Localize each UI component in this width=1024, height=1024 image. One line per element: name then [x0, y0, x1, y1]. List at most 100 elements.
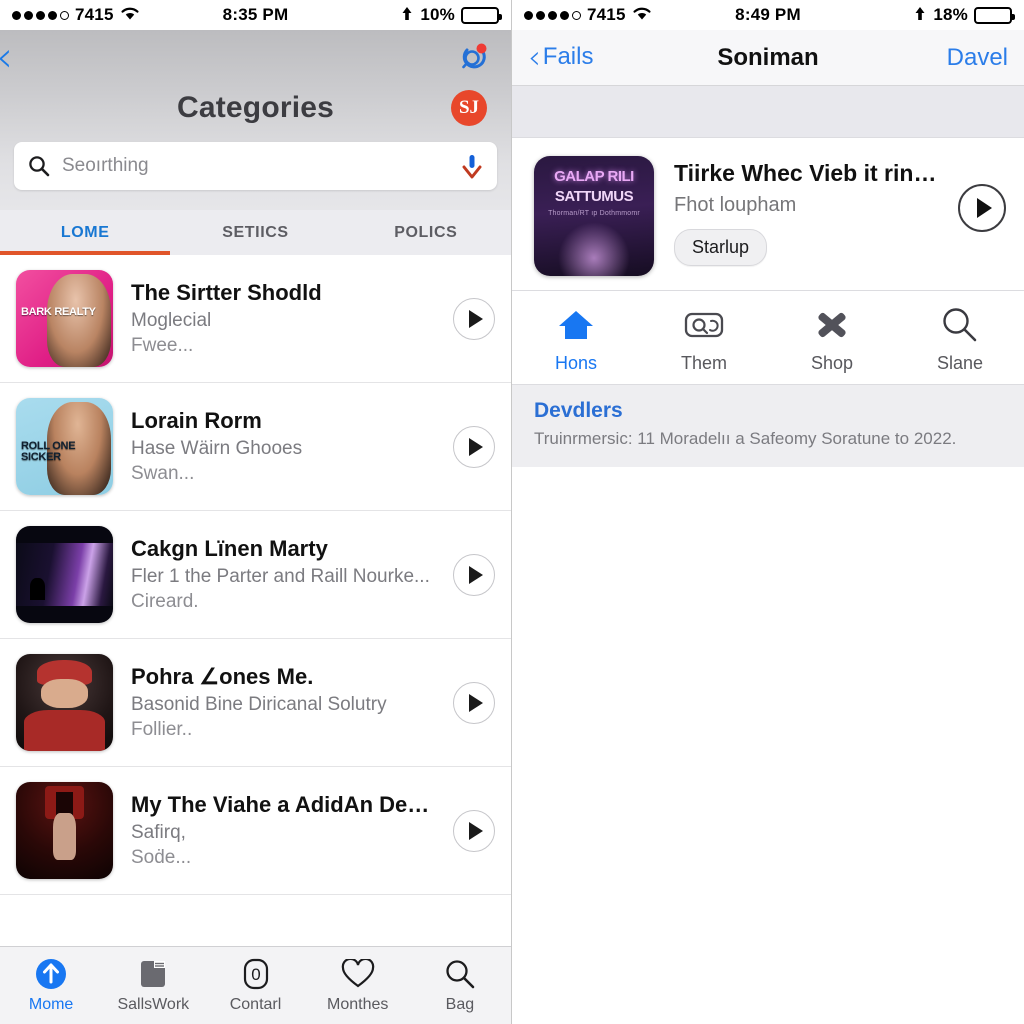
left-header: ‹ Categories SJ — [0, 30, 511, 210]
item-text: Lorain Rorm Hase Wäirn Ghooes Swan... — [131, 407, 435, 487]
tab-lome[interactable]: LOME — [0, 210, 171, 255]
play-icon[interactable] — [453, 297, 495, 340]
back-chevron-icon[interactable]: ‹ — [0, 36, 13, 78]
footer-link[interactable]: Devdlers — [534, 399, 1002, 423]
list-item[interactable]: BARK REALTY The Sirtter Shodld Moglecial… — [0, 255, 511, 383]
startup-pill-button[interactable]: Starlup — [674, 228, 768, 266]
dual-phone-screenshot: 7415 8:35 PM 10% ‹ — [0, 0, 1024, 1024]
list-item[interactable]: My The Viahe a AdidAn Dene ... Safirq, S… — [0, 767, 511, 895]
footer-note: Truinrmersic: 11 Moradelıı a Safeomy Sor… — [534, 429, 957, 448]
tab-setiics[interactable]: SETIICS — [170, 210, 340, 255]
battery-icon — [974, 6, 1015, 24]
tabbar-item-sallswork[interactable]: SallsWork — [102, 957, 204, 1014]
item-title: Lorain Rorm — [131, 407, 262, 433]
album-art-line-1: GALAP RILI — [554, 168, 634, 185]
download-arrow-icon[interactable] — [461, 152, 483, 180]
play-icon[interactable] — [453, 681, 495, 724]
magnifier-icon — [941, 305, 979, 345]
album-art-label: ROLL ONE SICKER — [21, 439, 76, 464]
tab-polics[interactable]: POLICS — [341, 210, 511, 255]
album-art-label: BARK REALTY — [21, 305, 96, 318]
left-title-row: Categories SJ — [0, 84, 511, 132]
item-title: The Sirtter Shodld — [131, 279, 322, 305]
right-icon-row: Hons Them Shop Slane — [512, 291, 1024, 385]
tab-label: LOME — [60, 223, 110, 241]
album-art-line-2: SATTUMUS — [554, 188, 634, 205]
play-icon[interactable] — [453, 809, 495, 852]
list-item[interactable]: ROLL ONE SICKER Lorain Rorm Hase Wäirn G… — [0, 383, 511, 511]
item-text: Cakgn Lïnen Marty Fler 1 the Parter and … — [131, 535, 435, 615]
location-arrow-icon — [913, 6, 927, 25]
list-item[interactable]: Cakgn Lïnen Marty Fler 1 the Parter and … — [0, 511, 511, 639]
left-phone-panel: 7415 8:35 PM 10% ‹ — [0, 0, 512, 1024]
tabbar-label: SallsWork — [117, 996, 190, 1013]
play-icon[interactable] — [453, 553, 495, 596]
back-label: Fails — [542, 43, 594, 71]
album-art — [16, 782, 113, 879]
tabbar-item-mome[interactable]: Mome — [0, 957, 102, 1014]
tabbar-item-contarl[interactable]: 0 Contarl — [204, 957, 306, 1014]
item-title: My The Viahe a AdidAn Dene ... — [131, 791, 435, 817]
item-subtitle-2: Fwee... — [131, 334, 194, 356]
search-icon — [444, 957, 476, 991]
right-status-bar: 7415 8:49 PM 18% — [512, 0, 1024, 30]
icon-label: Shop — [810, 353, 854, 373]
album-art-line-3: Thorman/RT ıp Dothmmomr — [548, 210, 640, 217]
featured-card[interactable]: GALAP RILI SATTUMUS Thorman/RT ıp Dothmm… — [512, 138, 1024, 291]
item-subtitle: Moglecial — [131, 310, 212, 332]
search-refresh-icon[interactable] — [457, 40, 491, 74]
carrier-label: 7415 — [75, 5, 114, 24]
home-up-arrow-icon — [34, 957, 68, 991]
nav-action-button[interactable]: Davel — [947, 44, 1008, 72]
profile-badge[interactable]: SJ — [451, 90, 487, 126]
search-bar[interactable]: Seoırthing — [14, 142, 497, 190]
list-item[interactable]: Pohra ∠ones Me. Basonid Bine Diricanal S… — [0, 639, 511, 767]
clock-label: 8:35 PM — [222, 5, 289, 24]
album-art: ROLL ONE SICKER — [16, 398, 113, 495]
bottom-tab-bar: Mome SallsWork 0 Contarl Monthes Bag — [0, 946, 511, 1024]
album-art: BARK REALTY — [16, 270, 113, 367]
play-icon[interactable] — [453, 425, 495, 468]
tabbar-item-monthes[interactable]: Monthes — [307, 957, 409, 1014]
tab-label: POLICS — [394, 223, 458, 241]
right-nav-bar: ‹ Fails Soniman Davel — [512, 30, 1024, 86]
play-icon[interactable] — [958, 184, 1006, 232]
featured-subtitle: Fhot loupham — [674, 193, 797, 216]
search-bar-wrapper: Seoırthing — [0, 132, 511, 204]
battery-percent-label: 18% — [933, 5, 968, 24]
icon-label: Them — [680, 353, 727, 373]
tabbar-item-bag[interactable]: Bag — [409, 957, 511, 1014]
icon-item-slane[interactable]: Slane — [896, 305, 1024, 374]
search-box-icon — [683, 305, 725, 345]
item-subtitle-2: Swan... — [131, 462, 195, 484]
carrier-label: 7415 — [587, 5, 626, 24]
status-left: 7415 — [12, 5, 223, 25]
right-phone-panel: 7415 8:49 PM 18% ‹ Fails Soniman Davel G… — [512, 0, 1024, 1024]
book-icon — [138, 957, 168, 991]
item-subtitle: Fler 1 the Parter and Raill Nourke... — [131, 566, 430, 588]
icon-item-hons[interactable]: Hons — [512, 305, 640, 374]
back-button[interactable]: ‹ Fails — [528, 41, 594, 73]
heart-icon — [341, 957, 375, 991]
tabbar-label: Monthes — [327, 996, 389, 1013]
featured-title: Tiirke Whec Vieb it ringson... — [674, 160, 938, 186]
search-icon — [28, 155, 50, 177]
icon-item-shop[interactable]: Shop — [768, 305, 896, 374]
zero-badge-icon: 0 — [242, 957, 270, 991]
right-empty-area — [512, 467, 1024, 1024]
album-art-glow — [558, 222, 630, 276]
search-input[interactable]: Seoırthing — [62, 155, 449, 177]
tabbar-label: Contarl — [229, 996, 282, 1013]
item-subtitle: Safirq, — [131, 822, 186, 844]
item-subtitle-2: Soḋe... — [131, 846, 192, 868]
battery-percent-label: 10% — [420, 5, 455, 24]
status-right: 10% — [288, 5, 502, 25]
tabbar-label: Mome — [28, 996, 74, 1013]
item-text: The Sirtter Shodld Moglecial Fwee... — [131, 279, 435, 359]
icon-item-them[interactable]: Them — [640, 305, 768, 374]
item-title: Pohra ∠ones Me. — [131, 663, 314, 689]
album-art — [16, 654, 113, 751]
content-list: BARK REALTY The Sirtter Shodld Moglecial… — [0, 255, 511, 946]
signal-dots-icon — [12, 10, 69, 20]
tab-label: SETIICS — [222, 223, 289, 241]
